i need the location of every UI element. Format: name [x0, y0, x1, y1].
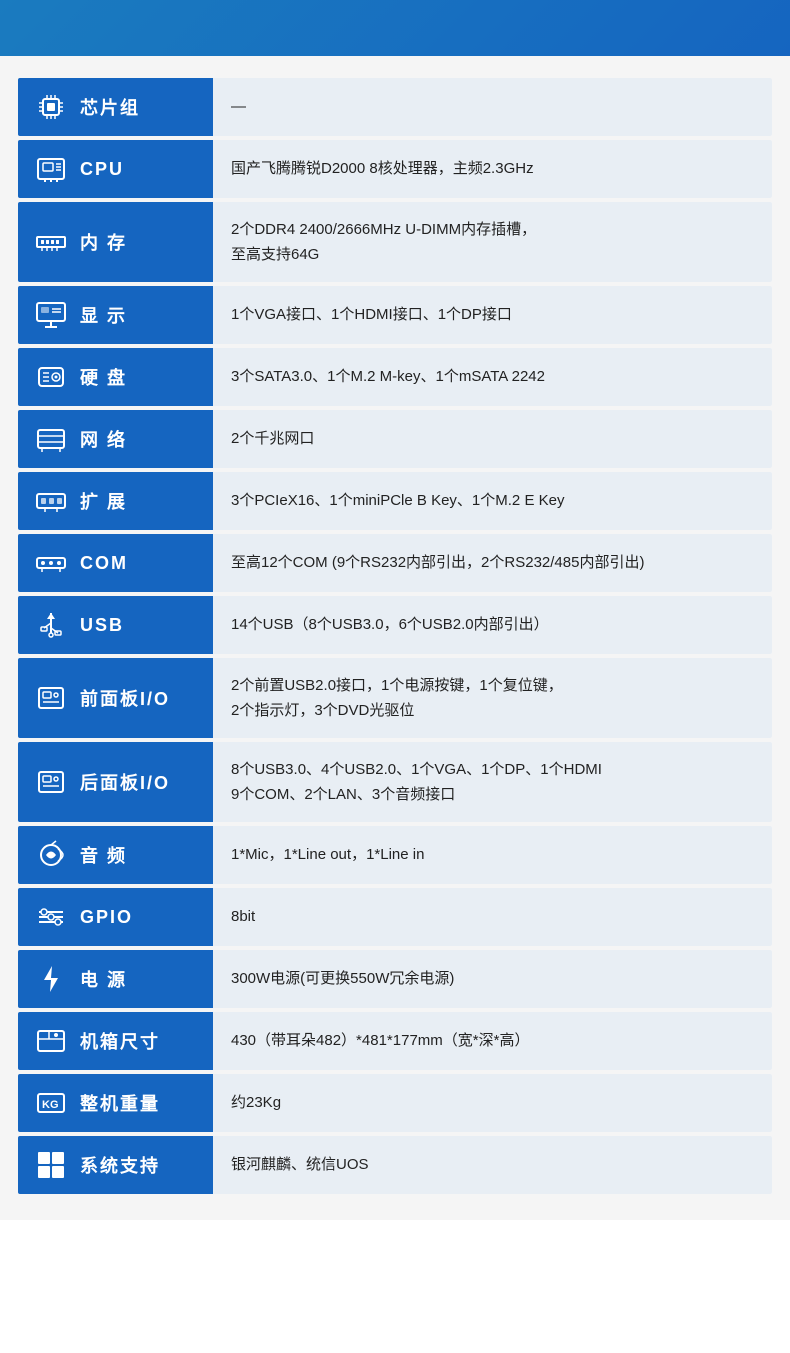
- spec-row-network: 网 络 2个千兆网口: [18, 410, 772, 468]
- spec-value-network: 2个千兆网口: [213, 410, 772, 468]
- spec-value-com: 至高12个COM (9个RS232内部引出，2个RS232/485内部引出): [213, 534, 772, 592]
- spec-label-text-hdd: 硬 盘: [80, 364, 127, 390]
- spec-row-front-io: 前面板I/O 2个前置USB2.0接口，1个电源按键，1个复位键， 2个指示灯，3…: [18, 658, 772, 738]
- spec-value-power: 300W电源(可更换550W冗余电源): [213, 950, 772, 1008]
- spec-row-gpio: GPIO 8bit: [18, 888, 772, 946]
- gpio-icon: [32, 898, 70, 936]
- spec-value-expand: 3个PCIeX16、1个miniPCle B Key、1个M.2 E Key: [213, 472, 772, 530]
- os-icon: [32, 1146, 70, 1184]
- front-icon: [32, 679, 70, 717]
- spec-label-text-network: 网 络: [80, 426, 127, 452]
- spec-row-power: 电 源 300W电源(可更换550W冗余电源): [18, 950, 772, 1008]
- spec-value-hdd: 3个SATA3.0、1个M.2 M-key、1个mSATA 2242: [213, 348, 772, 406]
- spec-label-text-power: 电 源: [80, 966, 127, 992]
- spec-label-text-usb: USB: [80, 615, 124, 636]
- spec-label-gpio: GPIO: [18, 888, 213, 946]
- spec-label-text-cpu: CPU: [80, 159, 124, 180]
- spec-row-hdd: 硬 盘 3个SATA3.0、1个M.2 M-key、1个mSATA 2242: [18, 348, 772, 406]
- spec-label-expand: 扩 展: [18, 472, 213, 530]
- spec-value-audio: 1*Mic，1*Line out，1*Line in: [213, 826, 772, 884]
- spec-row-os: 系统支持 银河麒麟、统信UOS: [18, 1136, 772, 1194]
- spec-label-usb: USB: [18, 596, 213, 654]
- spec-row-cpu: CPU 国产飞腾腾锐D2000 8核处理器，主频2.3GHz: [18, 140, 772, 198]
- spec-label-rear-io: 后面板I/O: [18, 742, 213, 822]
- spec-value-ram: 2个DDR4 2400/2666MHz U-DIMM内存插槽， 至高支持64G: [213, 202, 772, 282]
- network-icon: [32, 420, 70, 458]
- spec-label-text-audio: 音 频: [80, 842, 127, 868]
- spec-label-text-rear-io: 后面板I/O: [80, 769, 170, 795]
- spec-value-display: 1个VGA接口、1个HDMI接口、1个DP接口: [213, 286, 772, 344]
- cpu-icon: [32, 150, 70, 188]
- spec-label-text-expand: 扩 展: [80, 488, 127, 514]
- specs-container: 芯片组 — CPU 国产飞腾腾锐D2000 8核处理器，主频2.3GHz 内 存 2个…: [0, 56, 790, 1220]
- spec-value-case-size: 430（带耳朵482）*481*177mm（宽*深*高）: [213, 1012, 772, 1070]
- spec-label-text-os: 系统支持: [80, 1152, 160, 1178]
- spec-row-ram: 内 存 2个DDR4 2400/2666MHz U-DIMM内存插槽， 至高支持6…: [18, 202, 772, 282]
- spec-label-weight: KG 整机重量: [18, 1074, 213, 1132]
- chip-icon: [32, 88, 70, 126]
- spec-label-text-com: COM: [80, 553, 128, 574]
- spec-label-case-size: 机箱尺寸: [18, 1012, 213, 1070]
- spec-row-chipset: 芯片组 —: [18, 78, 772, 136]
- spec-row-usb: USB 14个USB（8个USB3.0，6个USB2.0内部引出）: [18, 596, 772, 654]
- weight-icon: KG: [32, 1084, 70, 1122]
- spec-label-text-chipset: 芯片组: [80, 94, 140, 120]
- spec-label-text-display: 显 示: [80, 302, 127, 328]
- power-icon: [32, 960, 70, 998]
- spec-label-text-ram: 内 存: [80, 229, 127, 255]
- ram-icon: [32, 223, 70, 261]
- spec-label-front-io: 前面板I/O: [18, 658, 213, 738]
- spec-label-os: 系统支持: [18, 1136, 213, 1194]
- spec-row-weight: KG 整机重量约23Kg: [18, 1074, 772, 1132]
- spec-label-text-gpio: GPIO: [80, 907, 133, 928]
- spec-label-network: 网 络: [18, 410, 213, 468]
- expand-icon: [32, 482, 70, 520]
- spec-row-expand: 扩 展 3个PCIeX16、1个miniPCle B Key、1个M.2 E Ke…: [18, 472, 772, 530]
- spec-label-text-front-io: 前面板I/O: [80, 685, 170, 711]
- spec-label-text-case-size: 机箱尺寸: [80, 1028, 160, 1054]
- display-icon: [32, 296, 70, 334]
- spec-row-audio: 音 频 1*Mic，1*Line out，1*Line in: [18, 826, 772, 884]
- spec-label-ram: 内 存: [18, 202, 213, 282]
- spec-value-usb: 14个USB（8个USB3.0，6个USB2.0内部引出）: [213, 596, 772, 654]
- rear-icon: [32, 763, 70, 801]
- spec-label-chipset: 芯片组: [18, 78, 213, 136]
- spec-value-weight: 约23Kg: [213, 1074, 772, 1132]
- spec-value-rear-io: 8个USB3.0、4个USB2.0、1个VGA、1个DP、1个HDMI 9个CO…: [213, 742, 772, 822]
- spec-label-display: 显 示: [18, 286, 213, 344]
- spec-row-display: 显 示 1个VGA接口、1个HDMI接口、1个DP接口: [18, 286, 772, 344]
- spec-label-com: COM: [18, 534, 213, 592]
- spec-value-front-io: 2个前置USB2.0接口，1个电源按键，1个复位键， 2个指示灯，3个DVD光驱…: [213, 658, 772, 738]
- spec-label-audio: 音 频: [18, 826, 213, 884]
- spec-value-os: 银河麒麟、统信UOS: [213, 1136, 772, 1194]
- spec-row-case-size: 机箱尺寸 430（带耳朵482）*481*177mm（宽*深*高）: [18, 1012, 772, 1070]
- svg-text:KG: KG: [42, 1099, 59, 1111]
- spec-label-hdd: 硬 盘: [18, 348, 213, 406]
- hdd-icon: [32, 358, 70, 396]
- com-icon: [32, 544, 70, 582]
- spec-row-com: COM 至高12个COM (9个RS232内部引出，2个RS232/485内部引出…: [18, 534, 772, 592]
- spec-label-text-weight: 整机重量: [80, 1090, 160, 1116]
- usb-icon: [32, 606, 70, 644]
- case-icon: [32, 1022, 70, 1060]
- audio-icon: [32, 836, 70, 874]
- spec-row-rear-io: 后面板I/O 8个USB3.0、4个USB2.0、1个VGA、1个DP、1个HDM…: [18, 742, 772, 822]
- spec-value-gpio: 8bit: [213, 888, 772, 946]
- spec-label-power: 电 源: [18, 950, 213, 1008]
- spec-value-cpu: 国产飞腾腾锐D2000 8核处理器，主频2.3GHz: [213, 140, 772, 198]
- spec-label-cpu: CPU: [18, 140, 213, 198]
- header: [0, 0, 790, 56]
- spec-value-chipset: —: [213, 78, 772, 136]
